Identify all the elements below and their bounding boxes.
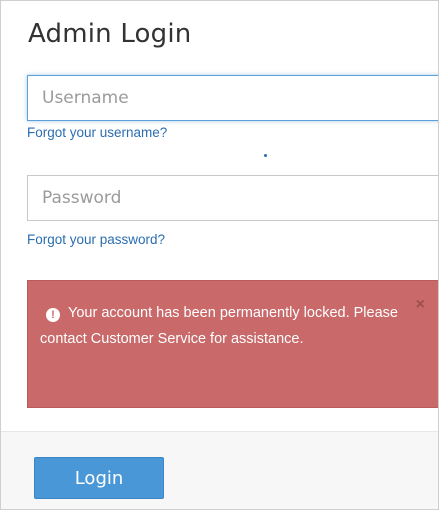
page-title: Admin Login <box>28 19 192 49</box>
password-input[interactable] <box>27 175 438 221</box>
forgot-username-link[interactable]: Forgot your username? <box>27 125 167 140</box>
alert-message: Your account has been permanently locked… <box>40 305 398 347</box>
username-input[interactable] <box>27 75 438 121</box>
error-alert: × ! Your account has been permanently loc… <box>27 280 438 408</box>
close-icon[interactable]: × <box>416 297 425 313</box>
login-panel: Admin Login Forgot your username? Forgot… <box>0 0 439 510</box>
forgot-password-link[interactable]: Forgot your password? <box>27 232 165 247</box>
cursor-dot <box>264 154 267 157</box>
login-button[interactable]: Login <box>34 457 164 499</box>
exclamation-circle-icon: ! <box>46 308 60 322</box>
